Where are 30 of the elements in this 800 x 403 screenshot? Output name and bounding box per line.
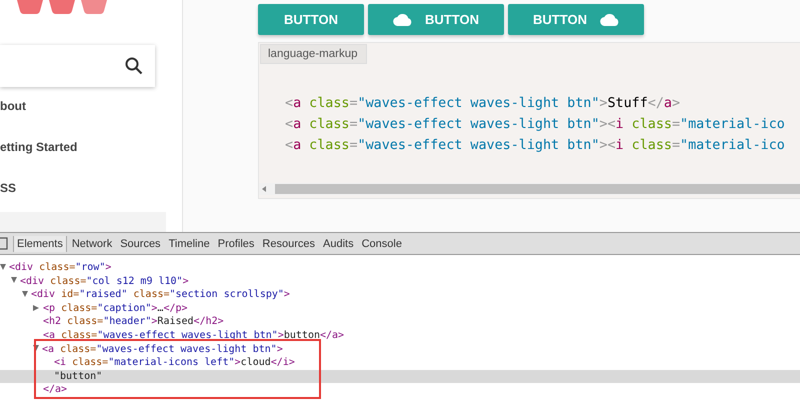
nav-link[interactable]: etting Started — [0, 140, 182, 154]
nav-link[interactable]: SS — [0, 181, 182, 195]
search-field[interactable] — [0, 45, 155, 87]
code-line: <a class="waves-effect waves-light btn"><i class="material-ico — [285, 116, 786, 134]
logo-icon — [17, 0, 109, 15]
devtools-tab[interactable]: Elements — [14, 236, 67, 252]
dom-node-line[interactable]: <a class="waves-effect waves-light btn">button</a> — [0, 328, 800, 343]
dom-node-line[interactable]: <div id="raised" class="section scrollspy"> — [0, 288, 800, 302]
search-icon[interactable] — [125, 57, 143, 75]
devtools-tab[interactable]: Sources — [117, 236, 164, 252]
devtools-tab[interactable]: Resources — [259, 236, 318, 252]
dom-node-line[interactable]: <h2 class="header">Raised</h2> — [0, 315, 800, 329]
inspect-icon[interactable] — [0, 236, 8, 250]
devtools-tab[interactable]: Network — [68, 236, 116, 252]
cloud-icon — [393, 13, 412, 26]
nav-link[interactable]: bout — [0, 99, 182, 113]
devtools-tab[interactable]: Profiles — [214, 236, 258, 252]
devtools-tab[interactable]: Audits — [320, 236, 357, 252]
dom-node-line[interactable]: <div class="row"> — [0, 261, 800, 275]
dom-node-line[interactable]: <i class="material-icons left">cloud</i> — [0, 356, 800, 370]
language-label: language-markup — [260, 44, 367, 64]
devtools-tab[interactable]: Console — [358, 236, 405, 252]
devtools-tab[interactable]: Timeline — [166, 236, 213, 252]
dom-node-line[interactable]: <p class="caption">…</p> — [0, 302, 800, 316]
dom-node-line[interactable]: <a class="waves-effect waves-light btn"> — [0, 342, 800, 356]
cloud-icon — [600, 13, 619, 26]
dom-node-line[interactable]: </a> — [0, 383, 800, 397]
dom-node-line[interactable]: <div class="col s12 m9 l10"> — [0, 274, 800, 288]
code-line: <a class="waves-effect waves-light btn">Stuff</a> — [285, 95, 682, 113]
code-line: <a class="waves-effect waves-light btn"><i class="material-ico — [285, 137, 786, 155]
